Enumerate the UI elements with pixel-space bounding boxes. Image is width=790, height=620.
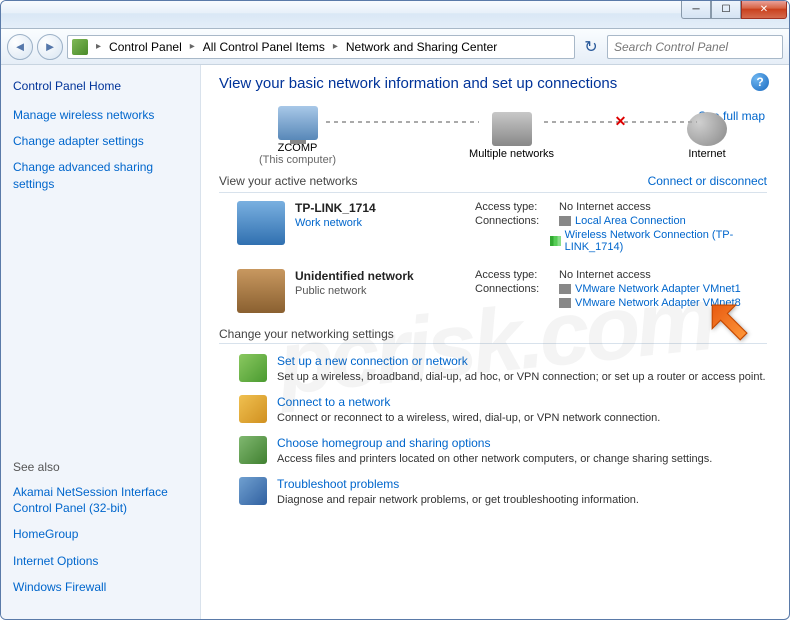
see-also-internet-options[interactable]: Internet Options (13, 553, 188, 569)
server-icon (237, 201, 285, 245)
sidebar-link-advanced[interactable]: Change advanced sharing settings (13, 159, 188, 191)
breadcrumb-leaf[interactable]: Network and Sharing Center (342, 36, 501, 58)
chevron-right-icon: ▸ (92, 41, 105, 52)
network-unidentified: Unidentified network Public network Acce… (219, 269, 767, 313)
network-name: Unidentified network (295, 269, 475, 283)
help-icon[interactable]: ? (751, 73, 769, 91)
titlebar: ─ ☐ ✕ (1, 1, 789, 29)
window: ─ ☐ ✕ ◄ ► ▸ Control Panel ▸ All Control … (0, 0, 790, 620)
see-also-homegroup[interactable]: HomeGroup (13, 526, 188, 542)
diagram-node2-label: Multiple networks (469, 148, 554, 160)
diagram-node3-label: Internet (688, 148, 725, 160)
control-panel-icon (72, 39, 88, 55)
close-button[interactable]: ✕ (741, 1, 787, 19)
connection-lan-link[interactable]: Local Area Connection (559, 215, 686, 227)
sidebar-home[interactable]: Control Panel Home (13, 79, 188, 93)
forward-button[interactable]: ► (37, 34, 63, 60)
wifi-signal-icon (550, 236, 561, 246)
disconnected-icon: ✕ (615, 113, 627, 130)
navbar: ◄ ► ▸ Control Panel ▸ All Control Panel … (1, 29, 789, 65)
see-also-firewall[interactable]: Windows Firewall (13, 579, 188, 595)
network-tp-link: TP-LINK_1714 Work network Access type: N… (219, 201, 767, 255)
window-buttons: ─ ☐ ✕ (681, 1, 787, 19)
task-desc: Set up a wireless, broadband, dial-up, a… (277, 370, 767, 385)
access-type-label: Access type: (475, 201, 559, 213)
breadcrumb[interactable]: ▸ Control Panel ▸ All Control Panel Item… (67, 35, 575, 59)
diagram-internet[interactable]: Internet (687, 112, 727, 160)
access-type-label: Access type: (475, 269, 559, 281)
breadcrumb-root[interactable]: Control Panel (105, 36, 186, 58)
task-title: Choose homegroup and sharing options (277, 436, 767, 450)
task-connect-network[interactable]: Connect to a network Connect or reconnec… (239, 395, 767, 426)
refresh-button[interactable]: ↻ (579, 37, 603, 57)
diagram-connector: ✕ (544, 121, 697, 123)
change-settings-label: Change your networking settings (219, 327, 767, 341)
troubleshoot-icon (239, 477, 267, 505)
network-type-link[interactable]: Work network (295, 217, 475, 229)
network-icon (492, 112, 532, 146)
chevron-right-icon: ▸ (329, 41, 342, 52)
active-networks-label: View your active networks (219, 174, 358, 188)
sidebar: Control Panel Home Manage wireless netwo… (1, 65, 201, 619)
task-troubleshoot[interactable]: Troubleshoot problems Diagnose and repai… (239, 477, 767, 508)
search-input[interactable]: Search Control Panel (607, 35, 783, 59)
task-desc: Connect or reconnect to a wireless, wire… (277, 411, 767, 426)
diagram-multiple-networks[interactable]: Multiple networks (469, 112, 554, 160)
network-type-label: Public network (295, 285, 475, 297)
bench-icon (237, 269, 285, 313)
lan-icon (559, 216, 571, 226)
task-title: Connect to a network (277, 395, 767, 409)
connection-vmnet8-link[interactable]: VMware Network Adapter VMnet8 (559, 297, 741, 309)
access-type-value: No Internet access (559, 269, 651, 281)
diagram-connector (326, 121, 479, 123)
diagram-node1-sub: (This computer) (259, 154, 336, 166)
back-button[interactable]: ◄ (7, 34, 33, 60)
connect-network-icon (239, 395, 267, 423)
see-also-label: See also (13, 460, 188, 474)
minimize-button[interactable]: ─ (681, 1, 711, 19)
lan-icon (559, 284, 571, 294)
task-desc: Access files and printers located on oth… (277, 452, 767, 467)
connection-vmnet1-link[interactable]: VMware Network Adapter VMnet1 (559, 283, 741, 295)
setup-connection-icon (239, 354, 267, 382)
computer-icon (278, 106, 318, 140)
access-type-value: No Internet access (559, 201, 651, 213)
task-setup-connection[interactable]: Set up a new connection or network Set u… (239, 354, 767, 385)
connections-label: Connections: (475, 283, 559, 295)
globe-icon (687, 112, 727, 146)
see-also-akamai[interactable]: Akamai NetSession Interface Control Pane… (13, 484, 188, 516)
sidebar-link-adapter[interactable]: Change adapter settings (13, 133, 188, 149)
page-title: View your basic network information and … (219, 75, 767, 92)
search-placeholder: Search Control Panel (614, 40, 728, 54)
homegroup-icon (239, 436, 267, 464)
task-desc: Diagnose and repair network problems, or… (277, 493, 767, 508)
lan-icon (559, 298, 571, 308)
network-diagram: ZCOMP (This computer) Multiple networks … (259, 106, 727, 166)
connections-label: Connections: (475, 215, 559, 227)
network-name: TP-LINK_1714 (295, 201, 475, 215)
breadcrumb-mid[interactable]: All Control Panel Items (199, 36, 329, 58)
connection-wireless-link[interactable]: Wireless Network Connection (TP-LINK_171… (550, 229, 767, 253)
diagram-this-computer[interactable]: ZCOMP (This computer) (259, 106, 336, 166)
divider (219, 343, 767, 344)
maximize-button[interactable]: ☐ (711, 1, 741, 19)
connect-disconnect-link[interactable]: Connect or disconnect (648, 174, 767, 188)
sidebar-link-wireless[interactable]: Manage wireless networks (13, 107, 188, 123)
task-title: Set up a new connection or network (277, 354, 767, 368)
chevron-right-icon: ▸ (186, 41, 199, 52)
task-title: Troubleshoot problems (277, 477, 767, 491)
divider (219, 192, 767, 193)
task-homegroup[interactable]: Choose homegroup and sharing options Acc… (239, 436, 767, 467)
body: Control Panel Home Manage wireless netwo… (1, 65, 789, 619)
content: pcrisk.com ? View your basic network inf… (201, 65, 789, 619)
